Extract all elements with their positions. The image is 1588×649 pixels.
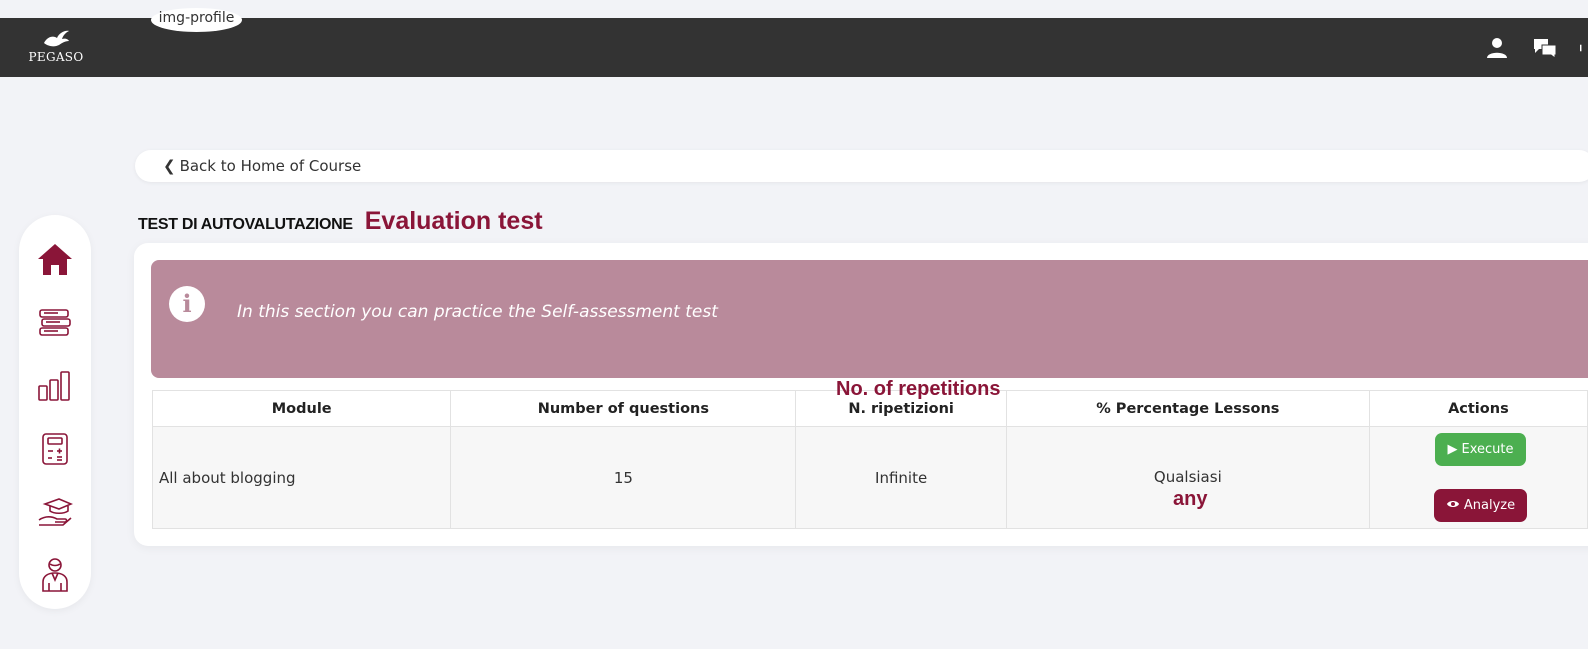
sidebar <box>19 215 91 609</box>
analyze-button[interactable]: Analyze <box>1434 489 1527 522</box>
logo-text: PEGASO <box>28 50 84 64</box>
info-alert: i In this section you can practice the S… <box>151 260 1588 378</box>
menu-icon[interactable] <box>1580 35 1588 61</box>
calculator-icon[interactable] <box>37 431 73 467</box>
alert-text: In this section you can practice the Sel… <box>237 302 718 322</box>
eye-icon <box>1446 498 1460 513</box>
cell-repetitions: Infinite <box>795 426 1007 529</box>
user-icon[interactable] <box>1484 35 1510 61</box>
cell-module: All about blogging <box>151 426 452 529</box>
back-to-course-link[interactable]: ❮ Back to Home of Course <box>163 157 361 175</box>
info-icon: i <box>169 286 205 322</box>
page-title: TEST DI AUTOVALUTAZIONE <box>138 216 353 233</box>
back-link-label: Back to Home of Course <box>179 157 362 175</box>
col-header-actions: Actions <box>1368 390 1588 427</box>
top-navbar: PEGASO <box>0 18 1588 77</box>
tests-table: Module Number of questions N. ripetizion… <box>151 390 1588 529</box>
col-header-module: Module <box>151 390 452 427</box>
col-header-questions: Number of questions <box>450 390 797 427</box>
analyze-label: Analyze <box>1463 498 1516 513</box>
page-heading: TEST DI AUTOVALUTAZIONE Evaluation test <box>138 207 543 236</box>
page-title-translation: Evaluation test <box>364 207 543 235</box>
top-icons <box>1484 18 1588 77</box>
play-icon: ▶ <box>1447 442 1458 457</box>
cell-questions: 15 <box>450 426 797 529</box>
pegasus-icon <box>44 30 69 47</box>
table-row: All about blogging 15 Infinite Qualsiasi <box>151 426 1588 529</box>
bar-chart-icon[interactable] <box>37 368 73 404</box>
col-header-percentage: % Percentage Lessons <box>1005 390 1370 427</box>
pegaso-logo[interactable]: PEGASO <box>22 29 90 69</box>
cell-percentage: Qualsiasi <box>1005 426 1370 529</box>
profile-image-placeholder[interactable]: img-profile <box>151 8 242 32</box>
breadcrumb-bar: ❮ Back to Home of Course <box>135 150 1588 182</box>
execute-button[interactable]: ▶ Execute <box>1435 433 1526 466</box>
percentage-translation: any <box>1173 488 1208 510</box>
graduation-hand-icon[interactable] <box>37 494 73 530</box>
home-icon[interactable] <box>37 241 73 277</box>
teacher-icon[interactable] <box>37 557 73 593</box>
repetitions-translation: No. of repetitions <box>836 378 1001 400</box>
chevron-left-icon: ❮ <box>163 157 176 175</box>
execute-label: Execute <box>1461 442 1514 457</box>
chat-icon[interactable] <box>1532 35 1558 61</box>
books-icon[interactable] <box>37 305 73 341</box>
